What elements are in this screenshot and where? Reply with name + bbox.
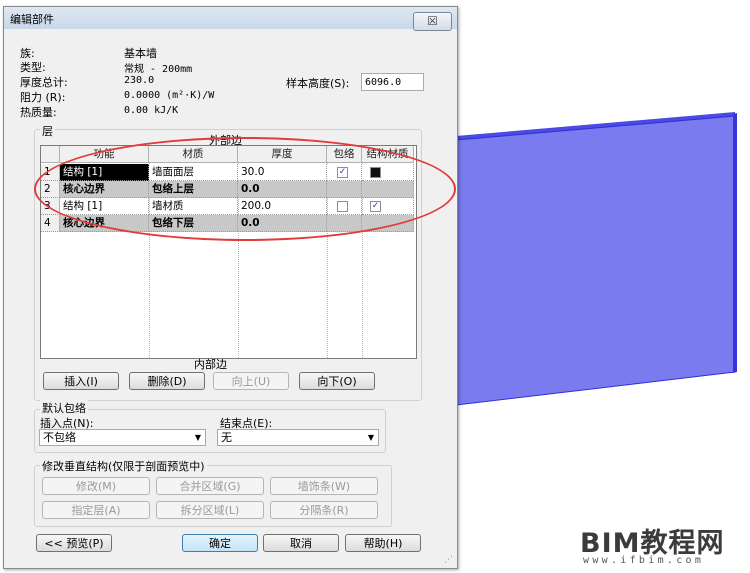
thermal-mass-value: 0.00 kJ/K [124, 105, 179, 116]
sample-height-label: 样本高度(S): [286, 77, 350, 90]
type-value: 常规 - 200mm [124, 64, 193, 75]
reveals-button[interactable]: 分隔条(R) [270, 501, 378, 519]
thickness-label: 厚度总计: [20, 76, 68, 89]
move-down-button[interactable]: 向下(O) [299, 372, 375, 390]
chevron-down-icon: ▼ [194, 433, 201, 442]
chevron-down-icon: ▼ [367, 433, 374, 442]
split-region-button[interactable]: 拆分区域(L) [156, 501, 264, 519]
insert-point-value: 不包络 [43, 431, 76, 444]
site-logo-url: www.ifbim.com [583, 555, 705, 566]
resistance-value: 0.0000 (m²·K)/W [124, 90, 215, 101]
close-button[interactable]: ☒ [413, 12, 452, 31]
ok-button[interactable]: 确定 [182, 534, 258, 552]
preview-button[interactable]: << 预览(P) [36, 534, 112, 552]
assign-layers-button[interactable]: 指定层(A) [42, 501, 150, 519]
resistance-label: 阻力 (R): [20, 91, 66, 104]
resize-grip-icon[interactable]: ⋰ [444, 555, 453, 565]
modify-button[interactable]: 修改(M) [42, 477, 150, 495]
col-header-num [41, 146, 60, 163]
wall-face [456, 116, 735, 405]
vertical-structure-label: 修改垂直结构(仅限于剖面预览中) [40, 458, 207, 474]
row-number: 4 [41, 215, 60, 232]
type-label: 类型: [20, 61, 46, 74]
layers-group-label: 层 [40, 123, 55, 139]
sweeps-button[interactable]: 墙饰条(W) [270, 477, 378, 495]
help-button[interactable]: 帮助(H) [345, 534, 421, 552]
thickness-value: 230.0 [124, 75, 155, 86]
insert-point-select[interactable]: 不包络 ▼ [39, 429, 206, 446]
title-bar: 编辑部件 ☒ [4, 7, 457, 31]
edit-assembly-dialog: 编辑部件 ☒ 族: 基本墙 类型: 常规 - 200mm 厚度总计: 230.0… [3, 6, 458, 569]
family-value: 基本墙 [124, 47, 157, 60]
delete-button[interactable]: 删除(D) [129, 372, 205, 390]
interior-side-label: 内部边 [194, 358, 227, 371]
thermal-mass-label: 热质量: [20, 106, 57, 119]
cancel-button[interactable]: 取消 [263, 534, 339, 552]
default-wrap-label: 默认包络 [40, 400, 88, 416]
move-up-button[interactable]: 向上(U) [213, 372, 289, 390]
dialog-title: 编辑部件 [10, 13, 54, 26]
end-point-select[interactable]: 无 ▼ [217, 429, 379, 446]
merge-regions-button[interactable]: 合并区域(G) [156, 477, 264, 495]
end-point-value: 无 [221, 431, 232, 444]
insert-button[interactable]: 插入(I) [43, 372, 119, 390]
annotation-ellipse [34, 137, 456, 241]
wall-side-edge [733, 113, 737, 373]
sample-height-input[interactable]: 6096.0 [361, 73, 424, 91]
